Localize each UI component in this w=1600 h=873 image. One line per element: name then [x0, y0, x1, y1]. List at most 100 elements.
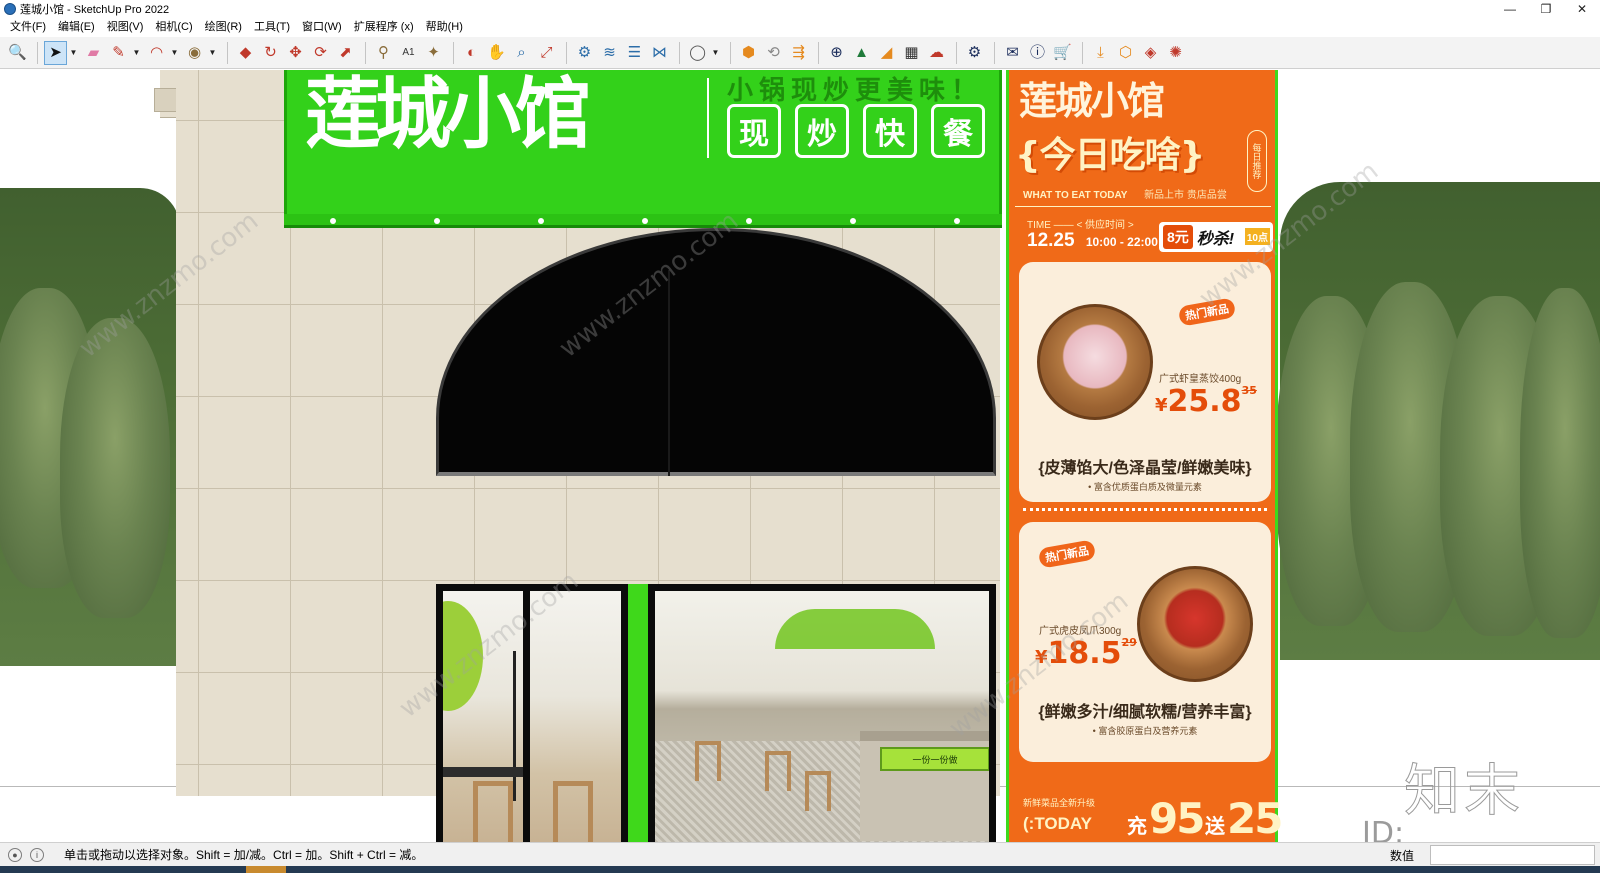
pan-icon[interactable]: ✋ [485, 41, 508, 65]
toolbar-separator [730, 41, 731, 64]
interior-ceiling-decor [775, 609, 935, 649]
measurements-input[interactable] [1430, 845, 1595, 865]
menu-bar: 文件(F) 编辑(E) 视图(V) 相机(C) 绘图(R) 工具(T) 窗口(W… [0, 18, 1600, 37]
menu-view[interactable]: 视图(V) [101, 18, 150, 37]
sign-main-text: 莲城小馆 [305, 70, 591, 159]
toolbar-separator [365, 41, 366, 64]
interior-chair [473, 781, 513, 842]
reload-icon[interactable]: ⟲ [762, 41, 785, 65]
move-icon[interactable]: ✥ [284, 41, 307, 65]
tree [1520, 288, 1600, 638]
warehouse-icon[interactable]: ⬢ [737, 41, 760, 65]
watermark-logo: 知末 [1404, 759, 1524, 825]
menu-camera[interactable]: 相机(C) [149, 18, 198, 37]
styles-icon[interactable]: ☰ [623, 41, 646, 65]
dish-description: {皮薄馅大/色泽晶莹/鲜嫩美味} [1038, 460, 1252, 477]
spot-light [538, 218, 544, 224]
text-label-icon[interactable]: A1 [397, 41, 420, 65]
sign-tile: 现 [727, 104, 781, 158]
eraser-icon[interactable]: ▰ [82, 41, 105, 65]
download-icon[interactable]: ⤓ [1089, 41, 1112, 65]
spot-light [330, 218, 336, 224]
select-dropdown-icon[interactable]: ▼ [69, 41, 78, 65]
zoom-icon[interactable]: ⌕ [510, 41, 533, 65]
follow-me-icon[interactable]: ↻ [259, 41, 282, 65]
dish-original-price: 29 [1121, 636, 1137, 649]
dish-description: {鲜嫩多汁/细腻软糯/营养丰富} [1038, 704, 1252, 721]
spot-light [954, 218, 960, 224]
gear-icon[interactable]: ⚙ [963, 41, 986, 65]
menu-help[interactable]: 帮助(H) [420, 18, 469, 37]
push-pull-icon[interactable]: ◆ [234, 41, 257, 65]
section-icon[interactable]: ⋈ [648, 41, 671, 65]
cart-icon[interactable]: 🛒 [1051, 41, 1074, 65]
dish-card: 热门新品 广式虾皇蒸饺400g ¥25.835 {皮薄馅大/色泽晶莹/鲜嫩美味}… [1019, 262, 1271, 502]
tree-icon[interactable]: ▲ [850, 41, 873, 65]
dish-price: ¥25.835 [1155, 384, 1257, 419]
account-icon[interactable]: ◯ [686, 41, 709, 65]
menu-window[interactable]: 窗口(W) [296, 18, 348, 37]
paint-icon[interactable]: ✦ [422, 41, 445, 65]
layers-icon[interactable]: ≋ [598, 41, 621, 65]
menu-draw[interactable]: 绘图(R) [199, 18, 248, 37]
export-icon[interactable]: ⇶ [787, 41, 810, 65]
account-dropdown-icon[interactable]: ▼ [711, 41, 720, 65]
minimize-button[interactable]: — [1492, 0, 1528, 18]
menu-tools[interactable]: 工具(T) [248, 18, 296, 37]
status-hint: 单击或拖动以选择对象。Shift = 加/减。Ctrl = 加。Shift + … [64, 848, 424, 862]
taskbar-strip [0, 866, 1600, 873]
door-handle [513, 651, 516, 801]
dish-price-value: 25.8 [1167, 384, 1242, 419]
taskbar-accent [246, 866, 286, 873]
settings-icon[interactable]: ✺ [1164, 41, 1187, 65]
poster-title: 莲城小馆 [1019, 79, 1165, 123]
extension-icon[interactable]: ⬡ [1114, 41, 1137, 65]
info-status-icon[interactable]: i [30, 847, 44, 862]
zoom-window-icon[interactable]: ⤢ [535, 41, 558, 65]
paint-dropdown-icon[interactable]: ▼ [208, 41, 217, 65]
components-icon[interactable]: ⚙ [573, 41, 596, 65]
restore-button[interactable]: ❐ [1528, 0, 1564, 18]
dish-name: 广式虾皇蒸饺400g [1159, 374, 1242, 385]
info-icon[interactable]: ⓘ [1026, 41, 1049, 65]
window-title: 莲城小馆 - SketchUp Pro 2022 [20, 4, 170, 16]
pencil-dropdown-icon[interactable]: ▼ [132, 41, 141, 65]
toolbar-separator [1082, 41, 1083, 64]
select-arrow-icon[interactable]: ➤ [44, 40, 67, 65]
poster-subtitle-cn: 新品上市 贵店品尝 [1144, 190, 1227, 201]
service-hours: 10:00 - 22:00 [1085, 235, 1158, 249]
close-button[interactable]: ✕ [1564, 0, 1600, 18]
add-icon[interactable]: ⊕ [825, 41, 848, 65]
arc-icon[interactable]: ◠ [145, 41, 168, 65]
dumpling-steamer-image [1037, 304, 1153, 420]
title-bar: 莲城小馆 - SketchUp Pro 2022 — ❐ ✕ [0, 0, 1600, 18]
arc-dropdown-icon[interactable]: ▼ [170, 41, 179, 65]
toolbar-separator [566, 41, 567, 64]
daily-badge: 每日推荐 [1247, 130, 1267, 192]
model-viewport[interactable]: 莲城小馆 小锅现炒更美味！ 现 炒 快 餐 一份一份做 莲城小馆 {今日吃啥} … [0, 70, 1600, 842]
ruby-icon[interactable]: ◈ [1139, 41, 1162, 65]
toolbar-separator [818, 41, 819, 64]
zoom-extents-icon[interactable]: 🔍 [6, 41, 29, 65]
paint-bucket-icon[interactable]: ◉ [183, 41, 206, 65]
cloud-upload-icon[interactable]: ☁ [925, 41, 948, 65]
interior-stool [765, 751, 791, 791]
menu-extensions[interactable]: 扩展程序 (x) [348, 18, 420, 37]
geo-location-icon[interactable]: ● [8, 847, 22, 862]
promo-note: 新鲜菜品全新升级 [1023, 798, 1096, 808]
tape-measure-icon[interactable]: ⚲ [372, 41, 395, 65]
orbit-icon[interactable]: ◐ [460, 41, 483, 65]
rotate-icon[interactable]: ⟳ [309, 41, 332, 65]
checker-icon[interactable]: ▦ [900, 41, 923, 65]
menu-edit[interactable]: 编辑(E) [52, 18, 101, 37]
terrain-icon[interactable]: ◢ [875, 41, 898, 65]
shop-signboard: 莲城小馆 小锅现炒更美味！ 现 炒 快 餐 [284, 70, 1002, 220]
mail-icon[interactable]: ✉ [1001, 41, 1024, 65]
pencil-icon[interactable]: ✎ [107, 41, 130, 65]
scale-icon[interactable]: ⬈ [334, 41, 357, 65]
poster-headline: {今日吃啥} [1015, 135, 1205, 176]
poster-subtitle: WHAT TO EAT TODAY 新品上市 贵店品尝 [1023, 186, 1227, 201]
time-label: TIME —— < 供应时间 > [1027, 220, 1134, 231]
menu-file[interactable]: 文件(F) [4, 18, 52, 37]
sign-divider [707, 78, 709, 158]
